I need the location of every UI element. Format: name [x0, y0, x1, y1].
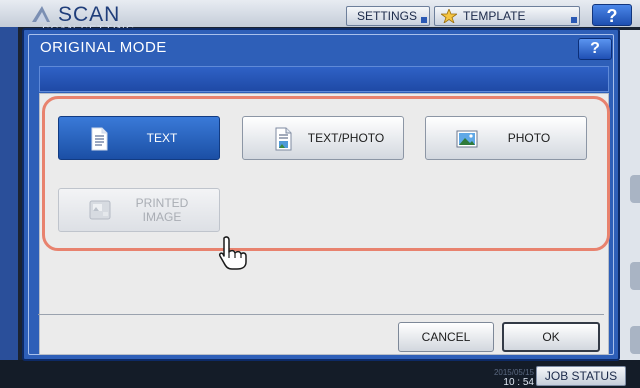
clock: 2015/05/15 10 : 54 — [470, 368, 534, 388]
mode-text-photo-button[interactable]: TEXT/PHOTO — [242, 116, 404, 160]
dialog-footer-divider — [38, 314, 604, 315]
star-icon — [441, 9, 457, 23]
right-scroll-tab[interactable] — [630, 175, 640, 203]
right-scroll-tab[interactable] — [630, 326, 640, 354]
settings-label: SETTINGS — [357, 9, 418, 23]
dialog-help-button[interactable]: ? — [578, 38, 612, 60]
mode-printed-image-button: PRINTED IMAGE — [58, 188, 220, 232]
template-label: TEMPLATE — [463, 9, 526, 23]
dialog-title: ORIGINAL MODE — [40, 39, 167, 56]
scan-logo-icon — [32, 6, 50, 22]
cancel-button[interactable]: CANCEL — [398, 322, 494, 352]
settings-corner-icon — [421, 17, 427, 23]
settings-button[interactable]: SETTINGS — [346, 6, 430, 26]
photo-icon — [456, 130, 478, 148]
app-help-button[interactable]: ? — [592, 4, 632, 26]
pointer-hand-icon — [219, 236, 247, 270]
text-document-icon — [91, 127, 108, 151]
template-corner-icon — [571, 17, 577, 23]
mode-text-photo-label: TEXT/PHOTO — [307, 131, 385, 145]
printed-image-icon — [89, 200, 111, 220]
text-photo-document-icon — [275, 127, 292, 151]
mode-photo-button[interactable]: PHOTO — [425, 116, 587, 160]
app-left-strip — [0, 27, 18, 362]
dialog-header-band — [39, 66, 609, 92]
ok-button[interactable]: OK — [502, 322, 600, 352]
clock-time: 10 : 54 — [503, 377, 534, 388]
right-scroll-tab[interactable] — [630, 262, 640, 290]
template-button[interactable]: TEMPLATE — [434, 6, 580, 26]
job-status-button[interactable]: JOB STATUS — [536, 366, 626, 386]
mode-photo-label: PHOTO — [507, 131, 551, 145]
mode-text-button[interactable]: TEXT — [58, 116, 220, 160]
mode-text-label: TEXT — [146, 131, 178, 145]
mode-printed-image-label: PRINTED IMAGE — [135, 196, 189, 224]
